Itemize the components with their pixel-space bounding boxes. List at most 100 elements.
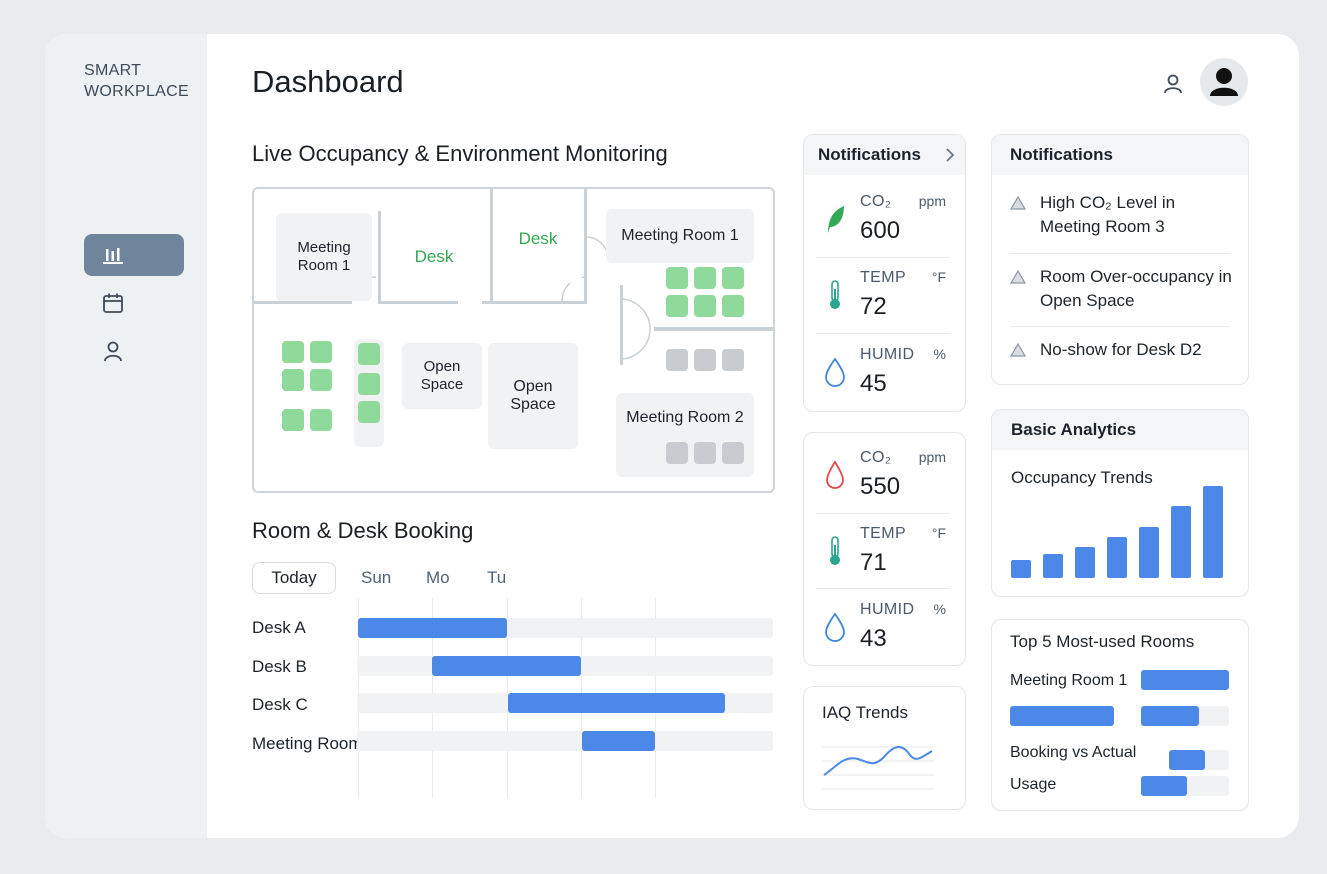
gantt-label-desk-a: Desk A <box>252 618 306 637</box>
iaq-trends-card[interactable]: IAQ Trends <box>803 686 966 810</box>
notification-text: No-show for Desk D2 <box>1040 340 1202 359</box>
usage-bar[interactable] <box>1141 706 1199 726</box>
occupancy-trends-chart <box>1011 486 1233 578</box>
notifications-title: Notifications <box>992 135 1248 175</box>
avatar[interactable] <box>1200 58 1248 106</box>
top-rooms-card: Top 5 Most-used Rooms Meeting Room 1 Boo… <box>991 619 1249 811</box>
top-rooms-title: Top 5 Most-used Rooms <box>1010 632 1195 651</box>
sensor-value: 72 <box>860 293 887 320</box>
occupancy-bar <box>1139 527 1159 578</box>
sensor-value: 600 <box>860 217 901 244</box>
room-desk-right[interactable]: Desk <box>494 195 582 283</box>
room-open-space-a[interactable]: Open Space <box>402 343 482 409</box>
sensor-label: TEMP <box>860 525 907 542</box>
sensor-co2: CO₂ ppm 550 <box>816 443 954 507</box>
sensor-card: Notifications CO₂ ppm 600 TEMP °F 72 HUM… <box>803 134 966 412</box>
nav-dashboard[interactable] <box>84 234 184 276</box>
desk-occupied[interactable] <box>694 349 716 371</box>
sensor-unit: ppm <box>918 193 946 209</box>
desk-available[interactable] <box>358 401 380 423</box>
nav-profile[interactable] <box>84 330 184 372</box>
gantt-label-desk-c: Desk C <box>252 695 308 714</box>
occupancy-bar <box>1107 537 1127 578</box>
notification-item[interactable]: Room Over-occupancy in Open Space <box>1010 265 1232 313</box>
sensor-unit: ppm <box>918 449 946 465</box>
desk-occupied[interactable] <box>666 442 688 464</box>
sensor-card-title: Notifications <box>818 145 921 164</box>
sensor-card-header[interactable]: Notifications <box>804 135 965 175</box>
desk-available[interactable] <box>358 343 380 365</box>
desk-available[interactable] <box>310 409 332 431</box>
booking-bar-desk-b[interactable] <box>432 656 581 676</box>
desk-available[interactable] <box>358 373 380 395</box>
booking-bar-desk-c[interactable] <box>508 693 725 713</box>
chevron-right-icon[interactable] <box>945 148 955 162</box>
usage-bar[interactable] <box>1141 776 1187 796</box>
thermometer-icon <box>830 536 840 565</box>
calendar-icon <box>103 293 123 313</box>
desk-available[interactable] <box>722 267 744 289</box>
desk-available[interactable] <box>282 409 304 431</box>
desk-available[interactable] <box>666 295 688 317</box>
nav-calendar[interactable] <box>84 282 184 324</box>
sensor-unit: °F <box>931 525 946 541</box>
iaq-title: IAQ Trends <box>822 703 908 722</box>
day-tue[interactable]: Tu <box>487 568 506 588</box>
desk-occupied[interactable] <box>722 349 744 371</box>
drop-red-icon <box>826 460 844 489</box>
user-icon <box>104 341 122 362</box>
day-sun[interactable]: Sun <box>361 568 391 588</box>
desk-available[interactable] <box>310 341 332 363</box>
sensor-label: CO₂ <box>860 449 892 466</box>
droplet-icon <box>825 612 845 642</box>
sensor-value: 43 <box>860 625 887 652</box>
desk-available[interactable] <box>282 341 304 363</box>
floor-plan: Meeting Room 1 Desk Desk Meeting Room 1 … <box>252 187 775 493</box>
sensor-value: 550 <box>860 473 901 500</box>
booking-bar-meeting-room-1[interactable] <box>582 731 655 751</box>
desk-available[interactable] <box>310 369 332 391</box>
notification-item[interactable]: High CO₂ Level in Meeting Room 3 <box>1010 191 1232 239</box>
room-open-space-b[interactable]: Open Space <box>488 343 578 449</box>
room-meeting-room-2[interactable]: Meeting Room 2 <box>616 393 754 477</box>
bar-chart-icon <box>103 248 123 264</box>
occupancy-bar <box>1203 486 1223 578</box>
room-desk-left[interactable]: Desk <box>382 213 486 301</box>
divider <box>1010 326 1230 327</box>
analytics-subtitle: Occupancy Trends <box>1011 468 1153 487</box>
today-button[interactable]: Today <box>252 562 336 594</box>
desk-occupied[interactable] <box>722 442 744 464</box>
desk-occupied[interactable] <box>666 349 688 371</box>
warning-icon <box>1010 270 1026 284</box>
desk-available[interactable] <box>666 267 688 289</box>
notification-item[interactable]: No-show for Desk D2 <box>1010 338 1232 362</box>
notification-text: Room Over-occupancy in Open Space <box>1040 267 1232 310</box>
sensor-label: CO₂ <box>860 193 892 210</box>
room-meeting-room-1-right[interactable]: Meeting Room 1 <box>606 209 754 263</box>
divider <box>816 588 950 589</box>
top-room-label: Meeting Room 1 <box>1010 672 1128 689</box>
sensor-temp: TEMP °F 72 <box>816 263 954 327</box>
page-title: Dashboard <box>252 64 404 99</box>
gantt-track <box>357 731 773 751</box>
basic-analytics-card: Basic Analytics Occupancy Trends <box>991 409 1249 597</box>
divider <box>816 513 950 514</box>
usage-bar[interactable] <box>1010 706 1114 726</box>
app-frame: SMART WORKPLACE Dashboard Live Occupancy… <box>45 34 1299 838</box>
day-mon[interactable]: Mo <box>426 568 450 588</box>
booking-vs-actual-label: Booking vs Actual <box>1010 744 1137 761</box>
desk-available[interactable] <box>722 295 744 317</box>
desk-occupied[interactable] <box>694 442 716 464</box>
sensor-humid: HUMID % 43 <box>816 595 954 659</box>
room-meeting-room-1[interactable]: Meeting Room 1 <box>276 213 372 301</box>
main-content: Dashboard Live Occupancy & Environment M… <box>207 34 1299 838</box>
usage-bar[interactable] <box>1141 670 1229 690</box>
desk-available[interactable] <box>694 295 716 317</box>
user-icon[interactable] <box>1162 73 1184 95</box>
desk-available[interactable] <box>282 369 304 391</box>
avatar-icon <box>1210 68 1238 96</box>
sensor-label: HUMID <box>860 346 915 363</box>
booking-bar-desk-a[interactable] <box>358 618 507 638</box>
desk-available[interactable] <box>694 267 716 289</box>
usage-bar[interactable] <box>1169 750 1205 770</box>
